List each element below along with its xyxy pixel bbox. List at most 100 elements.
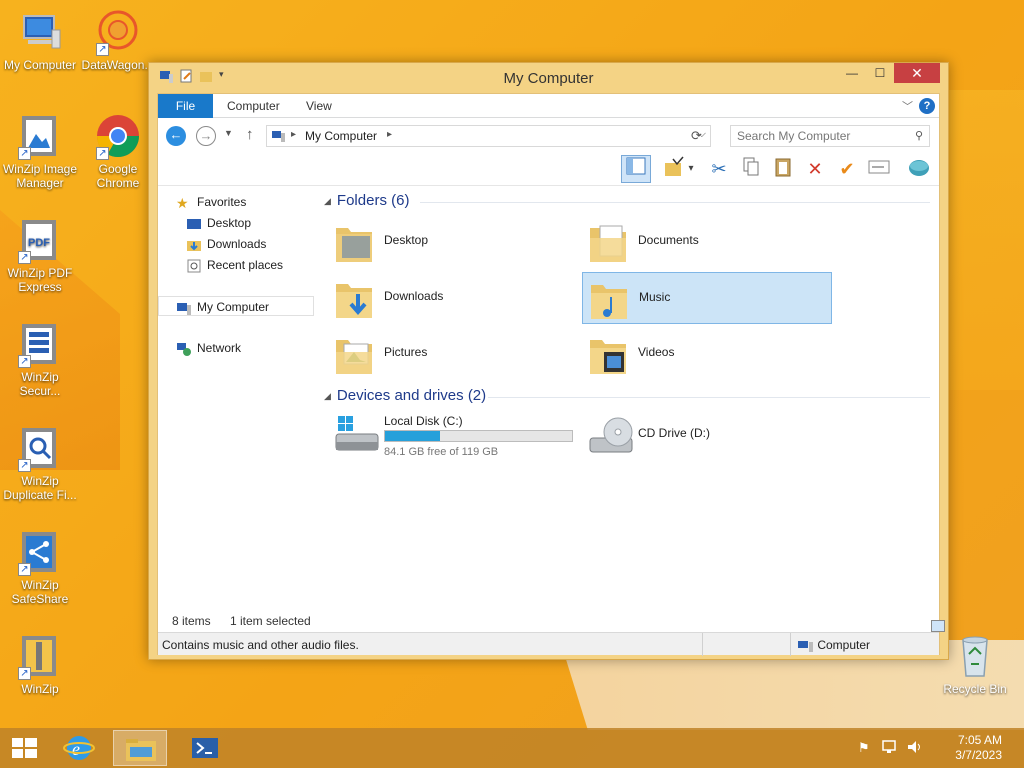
drive-local-disk-c[interactable]: Local Disk (C:) 84.1 GB free of 119 GB — [328, 414, 578, 466]
nav-favorites[interactable]: ★ Favorites — [176, 192, 246, 212]
disk-usage-bar — [384, 430, 573, 442]
downloads-folder-icon — [334, 276, 374, 320]
taskbar-powershell[interactable] — [178, 730, 232, 766]
taskbar: e ⚑ 7:05 AM 3/7/2023 — [0, 728, 1024, 768]
folder-music[interactable]: Music — [582, 272, 832, 324]
svg-text:PDF: PDF — [28, 237, 50, 249]
desktop-icon-winzip-secure[interactable]: ↗ WinZip Secur... — [0, 320, 80, 398]
window-controls: — ☐ ✕ — [838, 63, 940, 83]
shortcut-arrow-icon: ↗ — [18, 667, 31, 680]
expand-ribbon-icon[interactable]: ﹀ — [902, 98, 913, 114]
clock-time: 7:05 AM — [957, 733, 1002, 747]
address-bar[interactable]: ▸ My Computer ▸ ⌵ — [266, 125, 711, 147]
desktop-icon-winzip-duplicate-finder[interactable]: ↗ WinZip Duplicate Fi... — [0, 424, 80, 502]
folders-group-header[interactable]: ◢ Folders (6) — [324, 192, 409, 209]
copy-icon[interactable] — [738, 156, 764, 182]
computer-small-icon — [176, 301, 192, 315]
search-icon[interactable]: ⚲ — [915, 129, 923, 142]
rename-icon[interactable] — [866, 156, 892, 182]
cut-icon[interactable]: ✂ — [706, 156, 732, 182]
item-count: 8 items — [172, 614, 211, 628]
network-status-icon[interactable] — [882, 739, 898, 758]
hard-drive-icon — [334, 414, 379, 458]
status-bar: 8 items 1 item selected — [158, 608, 945, 632]
desktop-icon — [186, 217, 202, 231]
ribbon-tabs: File Computer View ﹀ ? — [158, 94, 939, 118]
desktop-icon-winzip-image-manager[interactable]: ↗ WinZip Image Manager — [0, 112, 80, 190]
devices-group-header[interactable]: ◢ Devices and drives (2) — [324, 387, 486, 404]
search-input[interactable] — [731, 126, 901, 146]
nav-downloads[interactable]: Downloads — [186, 234, 266, 254]
desktop-icon-winzip-pdf-express[interactable]: PDF ↗ WinZip PDF Express — [0, 216, 80, 294]
explorer-body: File Computer View ﹀ ? ← → ▼ ↑ ▸ My Comp… — [157, 93, 945, 656]
forward-button[interactable]: → — [196, 126, 216, 146]
winzip-duplicate-icon: ↗ — [16, 424, 64, 472]
taskbar-internet-explorer[interactable]: e — [52, 730, 106, 766]
recent-places-icon — [186, 259, 202, 273]
collapse-triangle-icon[interactable]: ◢ — [324, 391, 331, 401]
folder-desktop[interactable]: Desktop — [328, 216, 578, 268]
back-button[interactable]: ← — [166, 126, 186, 146]
delete-icon[interactable]: ✕ — [802, 156, 828, 182]
paste-icon[interactable] — [770, 156, 796, 182]
desktop-icon-my-computer[interactable]: My Computer — [0, 8, 80, 72]
safeshare-icon: ↗ — [16, 528, 64, 576]
breadcrumb-separator-icon[interactable]: ▸ — [291, 129, 296, 140]
item-description: Contains music and other audio files. — [162, 638, 359, 652]
pictures-folder-icon — [334, 332, 374, 376]
navigation-pane: ★ Favorites Desktop Downloads Recent plac… — [158, 188, 316, 608]
breadcrumb-my-computer[interactable]: My Computer — [305, 129, 377, 143]
computer-small-icon — [798, 640, 814, 652]
large-icons-view-icon[interactable] — [931, 620, 945, 632]
cd-drive-icon — [588, 414, 633, 458]
refresh-icon[interactable]: ⟳ — [691, 128, 702, 144]
divider — [790, 633, 791, 656]
command-toolbar: ▾ ✂ ✕ ✔ — [158, 152, 939, 186]
shortcut-arrow-icon: ↗ — [18, 459, 31, 472]
tab-computer[interactable]: Computer — [213, 94, 294, 118]
shortcut-arrow-icon: ↗ — [96, 147, 109, 160]
nav-desktop[interactable]: Desktop — [186, 213, 251, 233]
organize-dropdown-icon[interactable]: ▾ — [684, 156, 698, 182]
start-button[interactable] — [0, 730, 54, 766]
desktop-icon-winzip-safeshare[interactable]: ↗ WinZip SafeShare — [0, 528, 80, 606]
desktop-icon-winzip[interactable]: ↗ WinZip — [0, 632, 80, 696]
preview-pane-button[interactable] — [621, 155, 651, 183]
drive-cd-d[interactable]: CD Drive (D:) — [582, 414, 832, 466]
breadcrumb-separator-icon[interactable]: ▸ — [387, 129, 392, 140]
svg-text:e: e — [72, 739, 80, 759]
nav-my-computer[interactable]: My Computer — [158, 296, 314, 316]
selection-count: 1 item selected — [230, 614, 311, 628]
minimize-button[interactable]: — — [838, 63, 866, 83]
datawagon-icon: ↗ — [94, 8, 142, 56]
network-globe-icon[interactable] — [906, 156, 932, 182]
star-icon: ★ — [176, 194, 189, 211]
folder-videos[interactable]: Videos — [582, 328, 832, 380]
collapse-triangle-icon[interactable]: ◢ — [324, 196, 331, 206]
maximize-button[interactable]: ☐ — [866, 63, 894, 83]
tab-file[interactable]: File — [158, 94, 213, 118]
checkmark-icon[interactable]: ✔ — [834, 156, 860, 182]
folder-downloads[interactable]: Downloads — [328, 272, 578, 324]
search-box[interactable]: ⚲ — [730, 125, 930, 147]
folder-pictures[interactable]: Pictures — [328, 328, 578, 380]
title-bar[interactable]: ▾ My Computer — ☐ ✕ — [149, 63, 948, 93]
tab-view[interactable]: View — [292, 94, 346, 118]
desktop-icon-google-chrome[interactable]: ↗ Google Chrome — [78, 112, 158, 190]
flag-icon[interactable]: ⚑ — [858, 740, 870, 756]
divider — [702, 633, 703, 656]
help-icon[interactable]: ? — [919, 98, 935, 114]
taskbar-file-explorer[interactable] — [113, 730, 167, 766]
shortcut-arrow-icon: ↗ — [18, 355, 31, 368]
clock[interactable]: 7:05 AM 3/7/2023 — [955, 733, 1002, 763]
nav-recent-places[interactable]: Recent places — [186, 255, 283, 275]
folder-documents[interactable]: Documents — [582, 216, 832, 268]
volume-icon[interactable] — [906, 739, 922, 758]
recent-locations-icon[interactable]: ▼ — [224, 128, 233, 138]
nav-network[interactable]: Network — [176, 338, 241, 358]
group-divider — [420, 202, 930, 203]
close-button[interactable]: ✕ — [894, 63, 940, 83]
desktop-icon-datawagon[interactable]: ↗ DataWagon... — [78, 8, 158, 72]
winzip-image-icon: ↗ — [16, 112, 64, 160]
up-button[interactable]: ↑ — [246, 126, 254, 143]
